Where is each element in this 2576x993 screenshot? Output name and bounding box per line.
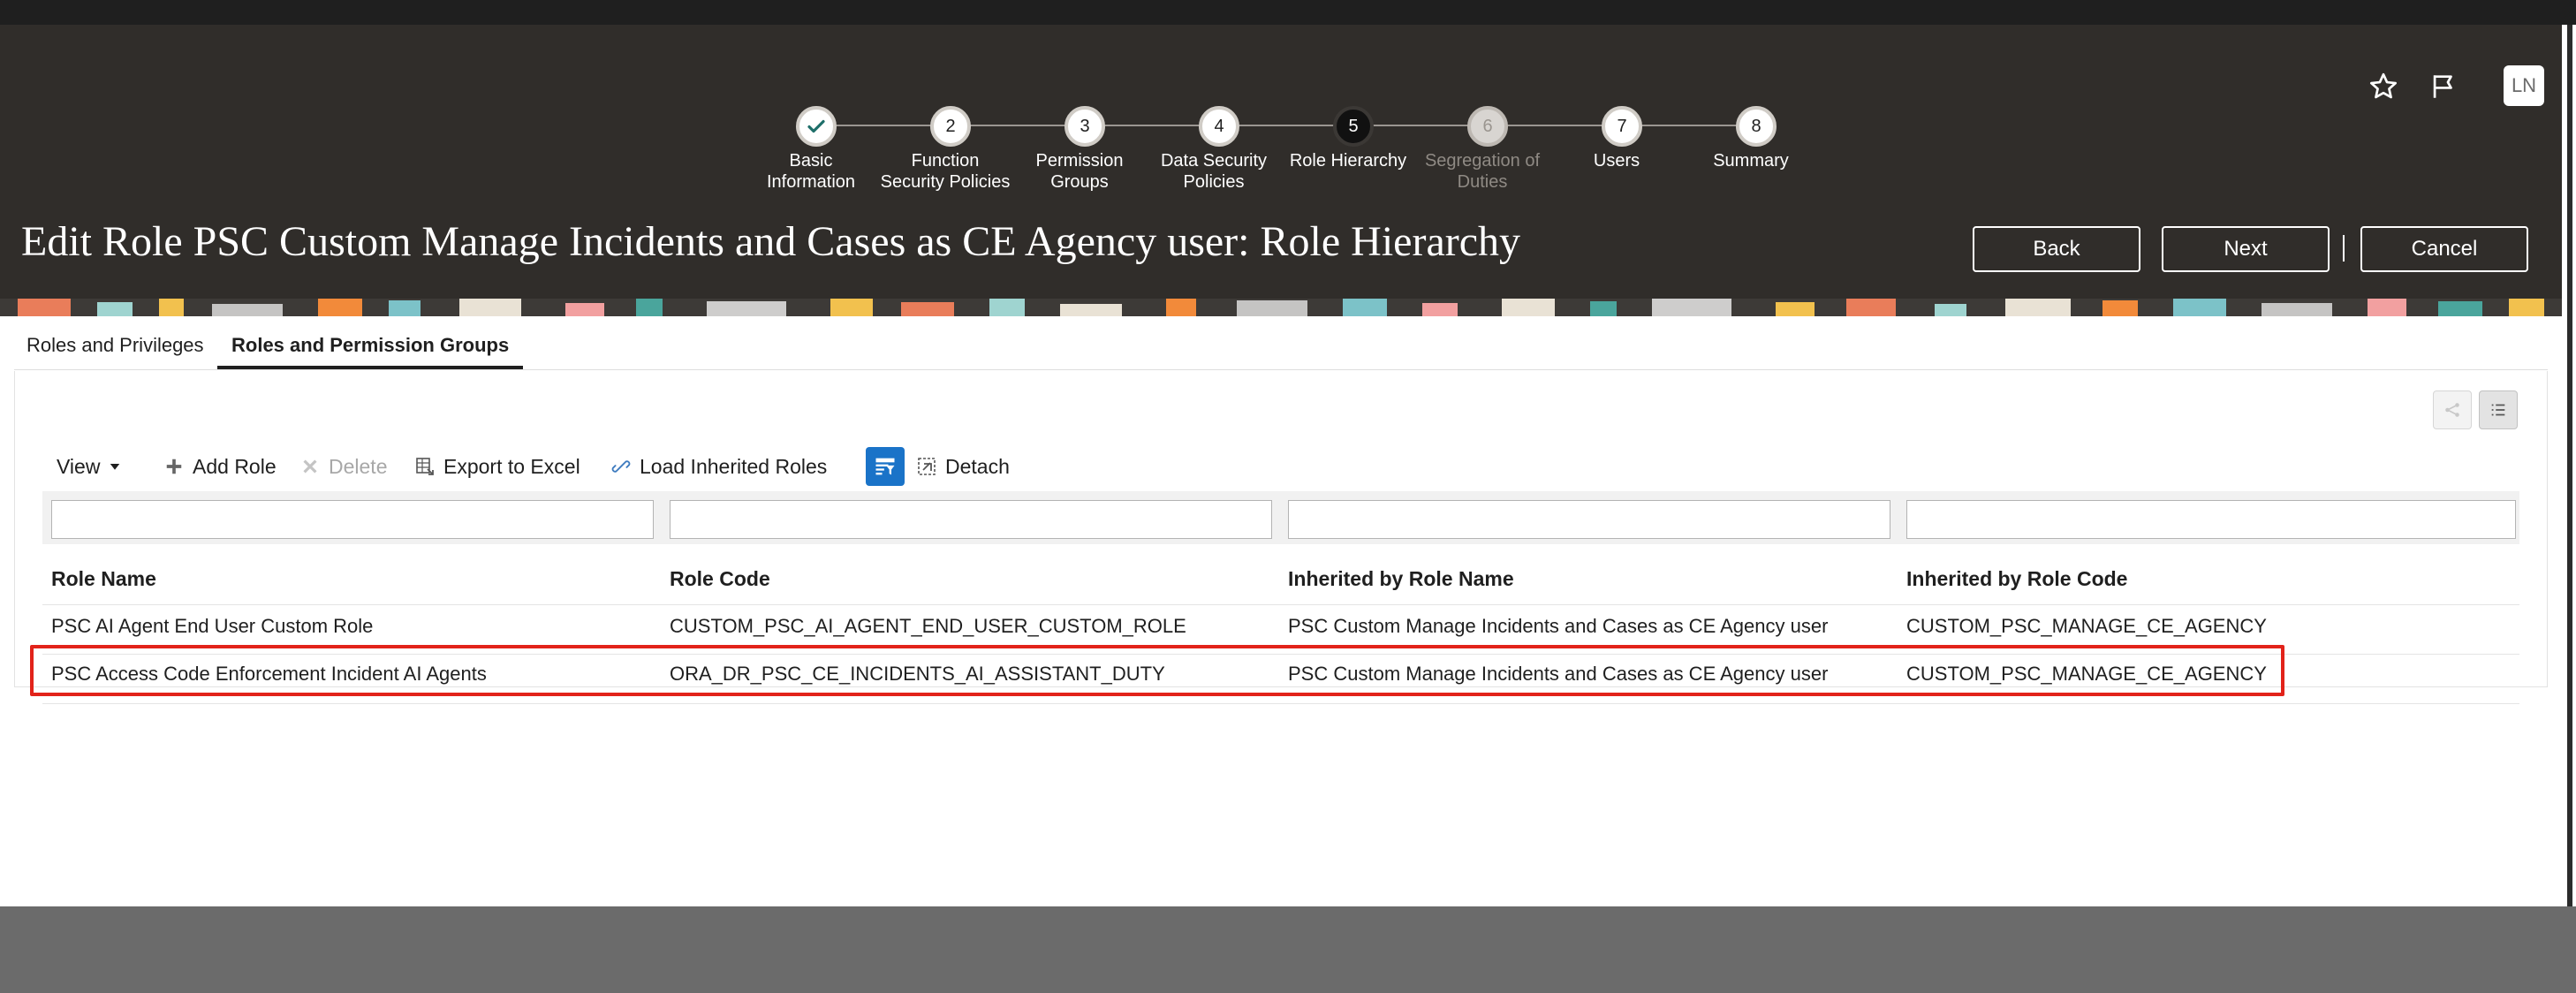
train-connector — [1237, 125, 1337, 126]
caret-down-icon — [110, 464, 120, 470]
hierarchy-view-toggle[interactable] — [2433, 390, 2472, 429]
link-icon — [610, 455, 633, 478]
x-icon — [299, 455, 322, 478]
delete-label: Delete — [329, 454, 388, 478]
export-icon — [413, 455, 436, 478]
view-label: View — [57, 454, 101, 478]
row-divider — [42, 654, 2519, 655]
train-stop-summary[interactable]: 8 — [1736, 106, 1777, 147]
row-divider — [42, 703, 2519, 704]
export-to-excel-button[interactable]: Export to Excel — [413, 449, 580, 484]
tab-divider — [14, 369, 2548, 370]
window-scrollbar[interactable] — [2567, 25, 2572, 906]
train-stop-users[interactable]: 7 — [1602, 106, 1642, 147]
plus-icon — [163, 455, 186, 478]
add-role-button[interactable]: Add Role — [163, 449, 277, 484]
cell-inherited-role-code[interactable]: CUSTOM_PSC_MANAGE_CE_AGENCY — [1906, 615, 2267, 638]
next-button[interactable]: Next — [2162, 226, 2330, 272]
share-tree-icon — [2445, 403, 2459, 417]
star-icon[interactable] — [2364, 67, 2403, 106]
train-label: Summary — [1713, 151, 1789, 171]
filter-table-icon — [875, 458, 895, 475]
row-divider — [42, 604, 2519, 605]
filter-inherited-role-name-input[interactable] — [1288, 500, 1890, 539]
train-stop-data-security-policies[interactable]: 4 — [1199, 106, 1239, 147]
train-connector — [968, 125, 1069, 126]
cell-role-name[interactable]: PSC Access Code Enforcement Incident AI … — [51, 663, 487, 686]
page-header: LN 2 3 4 5 6 7 8 Basic Information Functi… — [0, 25, 2562, 299]
train-connector — [834, 125, 935, 126]
add-role-label: Add Role — [193, 454, 277, 478]
page-title: Edit Role PSC Custom Manage Incidents an… — [21, 218, 1521, 265]
filter-inherited-role-code-input[interactable] — [1906, 500, 2516, 539]
window-backdrop — [0, 906, 2576, 993]
filter-role-name-input[interactable] — [51, 500, 654, 539]
train-connector — [1640, 125, 1740, 126]
cell-inherited-role-code[interactable]: CUSTOM_PSC_MANAGE_CE_AGENCY — [1906, 663, 2267, 686]
train-stop-role-hierarchy[interactable]: 5 — [1333, 106, 1374, 147]
main-content: Roles and Privileges Roles and Permissio… — [0, 316, 2562, 906]
cancel-button[interactable]: Cancel — [2360, 226, 2528, 272]
filter-row — [42, 491, 2519, 544]
cell-inherited-role-name[interactable]: PSC Custom Manage Incidents and Cases as… — [1288, 663, 1828, 686]
train-connector — [1102, 125, 1203, 126]
detach-icon — [915, 455, 938, 478]
export-label: Export to Excel — [443, 454, 580, 478]
train-stop-segregation-of-duties: 6 — [1467, 106, 1508, 147]
load-inherited-roles-button[interactable]: Load Inherited Roles — [610, 449, 827, 484]
detach-label: Detach — [945, 454, 1010, 478]
train-connector — [1505, 125, 1606, 126]
decorative-banner — [0, 299, 2562, 316]
tab-roles-and-permission-groups[interactable]: Roles and Permission Groups — [231, 334, 509, 357]
column-header-inherited-role-code[interactable]: Inherited by Role Code — [1906, 567, 2127, 591]
flag-icon[interactable] — [2424, 67, 2463, 106]
load-inherited-label: Load Inherited Roles — [640, 454, 828, 478]
cell-role-code[interactable]: ORA_DR_PSC_CE_INCIDENTS_AI_ASSISTANT_DUT… — [670, 663, 1165, 686]
user-avatar[interactable]: LN — [2504, 65, 2544, 106]
filter-role-code-input[interactable] — [670, 500, 1272, 539]
check-icon — [807, 119, 825, 133]
detach-button[interactable]: Detach — [915, 449, 1010, 484]
train-stop-basic-information[interactable] — [796, 106, 837, 147]
button-separator — [2343, 235, 2345, 262]
back-button[interactable]: Back — [1973, 226, 2140, 272]
train-stop-permission-groups[interactable]: 3 — [1064, 106, 1105, 147]
browser-top-bar — [0, 0, 2576, 25]
column-header-inherited-role-name[interactable]: Inherited by Role Name — [1288, 567, 1514, 591]
column-header-role-name[interactable]: Role Name — [51, 567, 156, 591]
list-icon — [2491, 404, 2505, 416]
column-header-role-code[interactable]: Role Code — [670, 567, 770, 591]
list-view-toggle[interactable] — [2479, 390, 2518, 429]
cell-role-name[interactable]: PSC AI Agent End User Custom Role — [51, 615, 373, 638]
cell-role-code[interactable]: CUSTOM_PSC_AI_AGENT_END_USER_CUSTOM_ROLE — [670, 615, 1186, 638]
delete-button: Delete — [299, 449, 387, 484]
train-connector — [1371, 125, 1472, 126]
cell-inherited-role-name[interactable]: PSC Custom Manage Incidents and Cases as… — [1288, 615, 1828, 638]
query-by-example-button[interactable] — [866, 447, 905, 486]
train-stop-function-security-policies[interactable]: 2 — [930, 106, 971, 147]
tab-roles-and-privileges[interactable]: Roles and Privileges — [27, 334, 204, 357]
view-menu[interactable]: View — [57, 449, 123, 484]
